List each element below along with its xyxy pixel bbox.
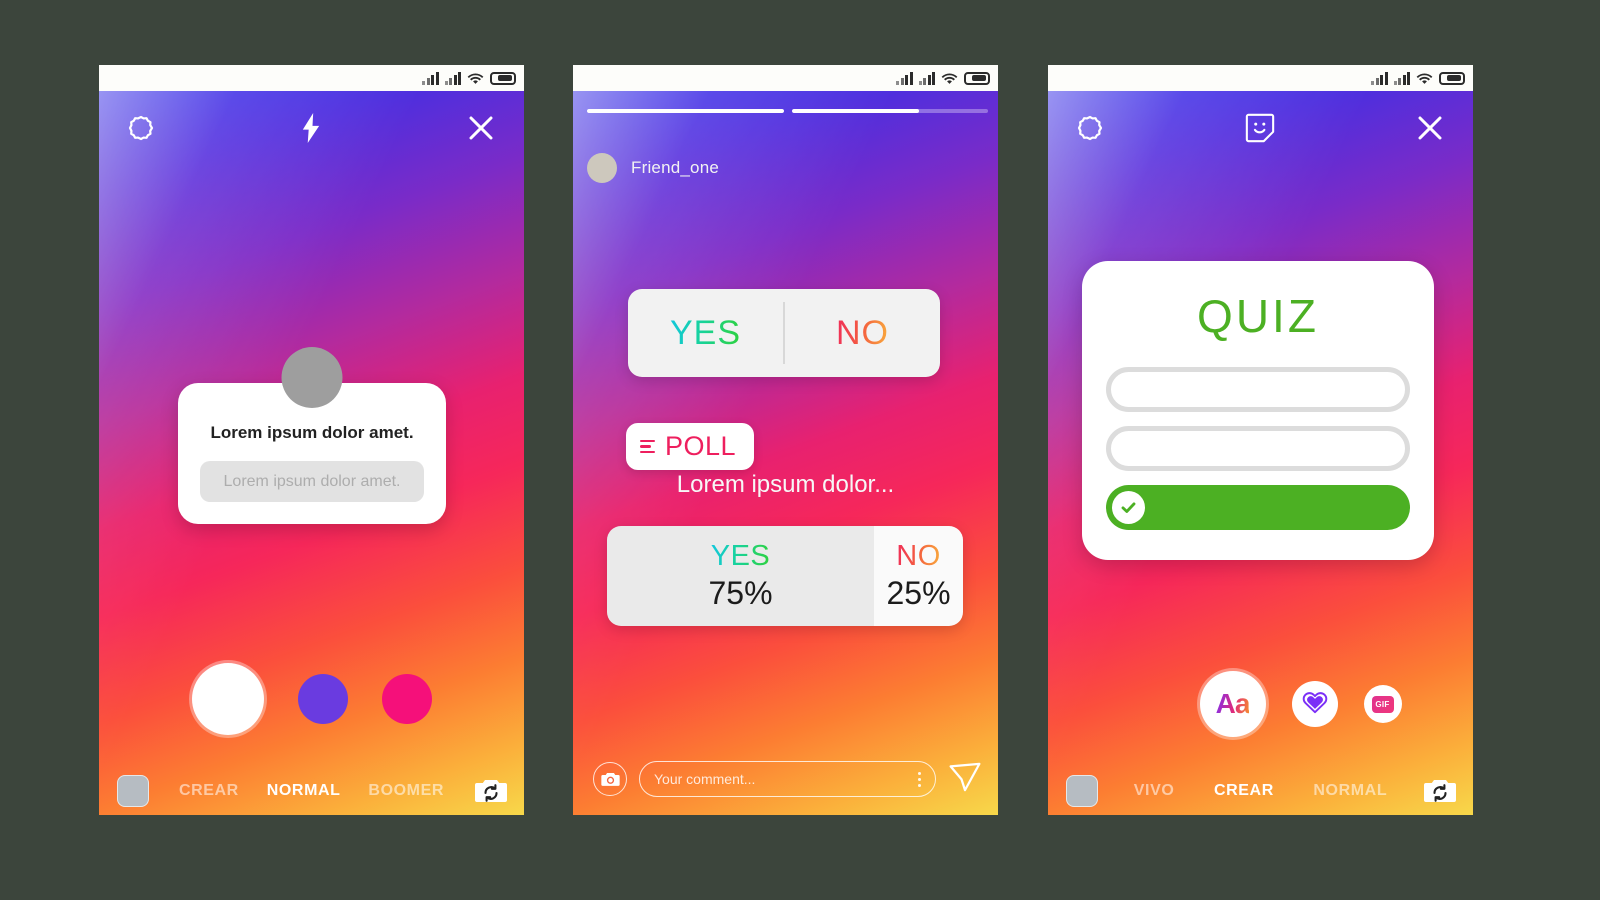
- flip-camera-icon[interactable]: [474, 777, 508, 805]
- poll-option-no[interactable]: NO: [785, 314, 940, 353]
- poll-result-no[interactable]: NO 25%: [874, 526, 963, 626]
- camera-top-bar: [99, 113, 524, 143]
- wifi-icon: [467, 72, 484, 85]
- gallery-thumbnail[interactable]: [1066, 775, 1098, 807]
- camera-mode-crear[interactable]: CREAR: [179, 782, 239, 800]
- color-swatch-purple[interactable]: [297, 674, 348, 724]
- signal-bars-icon: [1371, 71, 1388, 85]
- comment-input-placeholder: Your comment...: [654, 771, 756, 787]
- quiz-tool-row: Aa GIF: [1048, 671, 1473, 737]
- story-username: Friend_one: [631, 158, 720, 177]
- poll-badge[interactable]: POLL: [626, 423, 755, 470]
- story-author[interactable]: Friend_one: [587, 153, 719, 183]
- battery-icon: [1439, 71, 1465, 85]
- camera-mode-normal[interactable]: NORMAL: [267, 782, 341, 800]
- quiz-option-1[interactable]: [1106, 367, 1410, 412]
- quiz-sticker-card[interactable]: QUIZ: [1082, 261, 1434, 560]
- gear-settings-icon[interactable]: [127, 114, 155, 142]
- quiz-top-bar: [1048, 113, 1473, 143]
- signal-bars-icon-2: [1393, 71, 1410, 85]
- camera-modes: CREAR NORMAL BOOMER: [165, 782, 458, 800]
- poll-question-text: Lorem ipsum dolor...: [676, 471, 895, 498]
- flip-camera-icon[interactable]: [1423, 777, 1457, 805]
- status-bar-icons: [896, 71, 990, 85]
- comment-input[interactable]: Your comment...: [639, 761, 936, 797]
- camera-mode-crear[interactable]: CREAR: [1214, 782, 1274, 800]
- close-x-icon[interactable]: [1415, 113, 1445, 143]
- text-tool-button[interactable]: Aa: [1199, 671, 1266, 737]
- wifi-icon: [941, 72, 958, 85]
- camera-controls-row: [99, 663, 524, 735]
- gallery-thumbnail[interactable]: [117, 775, 149, 807]
- kebab-more-icon[interactable]: [918, 771, 921, 787]
- camera-modes: VIVO CREAR NORMAL: [1114, 782, 1407, 800]
- signal-bars-icon: [422, 71, 439, 85]
- poll-badge-label: POLL: [665, 431, 737, 461]
- signal-bars-icon-2: [918, 71, 935, 85]
- story-progress-bar-1[interactable]: [587, 109, 784, 113]
- camera-mode-row: CREAR NORMAL BOOMER: [99, 775, 524, 807]
- quiz-title: QUIZ: [1197, 290, 1319, 342]
- story-progress-bar-2[interactable]: [791, 109, 988, 113]
- question-answer-input[interactable]: Lorem ipsum dolor amet.: [200, 461, 424, 502]
- quiz-editor-viewfinder[interactable]: QUIZ Aa GIF VIVO CREAR NORMAL: [1048, 91, 1473, 815]
- camera-mode-boomerang[interactable]: BOOMER: [368, 782, 444, 800]
- poll-option-yes-label: YES: [669, 313, 742, 352]
- phone-story-poll-screen: Friend_one YES NO POLL Lorem ipsum dolor…: [573, 65, 998, 815]
- camera-mode-normal[interactable]: NORMAL: [1313, 782, 1387, 800]
- question-sticker-card[interactable]: Lorem ipsum dolor amet. Lorem ipsum dolo…: [178, 347, 446, 524]
- phone-camera-capture-screen: Lorem ipsum dolor amet. Lorem ipsum dolo…: [99, 65, 524, 815]
- signal-bars-icon-2: [444, 71, 461, 85]
- gif-sticker-button[interactable]: GIF: [1363, 685, 1402, 723]
- poll-result-yes-percent: 75%: [708, 575, 773, 611]
- poll-result-sticker[interactable]: YES 75% NO 25%: [607, 526, 963, 626]
- status-bar: [573, 65, 998, 91]
- status-bar-icons: [1371, 71, 1465, 85]
- poll-lines-icon: [640, 439, 655, 454]
- story-viewer[interactable]: Friend_one YES NO POLL Lorem ipsum dolor…: [573, 91, 998, 815]
- screenshot-canvas: Lorem ipsum dolor amet. Lorem ipsum dolo…: [0, 0, 1600, 900]
- heart-sticker-button[interactable]: [1291, 681, 1338, 727]
- poll-option-yes[interactable]: YES: [628, 314, 783, 353]
- heart-icon: [1302, 690, 1328, 719]
- poll-result-no-label: NO: [896, 540, 941, 572]
- battery-icon: [964, 71, 990, 85]
- user-avatar: [281, 347, 343, 408]
- status-bar-icons: [422, 71, 516, 85]
- signal-bars-icon: [896, 71, 913, 85]
- poll-option-no-label: NO: [836, 313, 889, 352]
- flash-lightning-icon[interactable]: [298, 113, 324, 143]
- phone-story-quiz-screen: QUIZ Aa GIF VIVO CREAR NORMAL: [1048, 65, 1473, 815]
- poll-result-yes[interactable]: YES 75%: [607, 526, 874, 626]
- close-x-icon[interactable]: [466, 113, 496, 143]
- poll-result-no-percent: 25%: [886, 575, 951, 611]
- camera-viewfinder[interactable]: Lorem ipsum dolor amet. Lorem ipsum dolo…: [99, 91, 524, 815]
- story-progress-bars: [587, 109, 988, 113]
- gear-settings-icon[interactable]: [1076, 114, 1104, 142]
- color-swatch-pink[interactable]: [381, 674, 432, 724]
- question-title: Lorem ipsum dolor amet.: [210, 423, 414, 442]
- camera-mode-vivo[interactable]: VIVO: [1134, 782, 1175, 800]
- poll-answer-sticker[interactable]: YES NO: [628, 289, 940, 377]
- gif-label: GIF: [1371, 695, 1394, 713]
- sticker-smiley-icon[interactable]: [1245, 113, 1275, 143]
- wifi-icon: [1416, 72, 1433, 85]
- poll-result-yes-label: YES: [710, 540, 771, 572]
- status-bar: [99, 65, 524, 91]
- camera-icon[interactable]: [593, 762, 627, 796]
- battery-icon: [490, 71, 516, 85]
- check-circle-icon: [1112, 491, 1145, 524]
- text-tool-label: Aa: [1215, 688, 1251, 719]
- shutter-button[interactable]: [191, 663, 264, 735]
- quiz-option-2[interactable]: [1106, 426, 1410, 471]
- camera-mode-row: VIVO CREAR NORMAL: [1048, 775, 1473, 807]
- friend-avatar: [587, 153, 617, 183]
- quiz-option-3-correct[interactable]: [1106, 485, 1410, 530]
- status-bar: [1048, 65, 1473, 91]
- story-comment-bar: Your comment...: [573, 761, 998, 797]
- send-paperplane-icon[interactable]: [948, 762, 982, 797]
